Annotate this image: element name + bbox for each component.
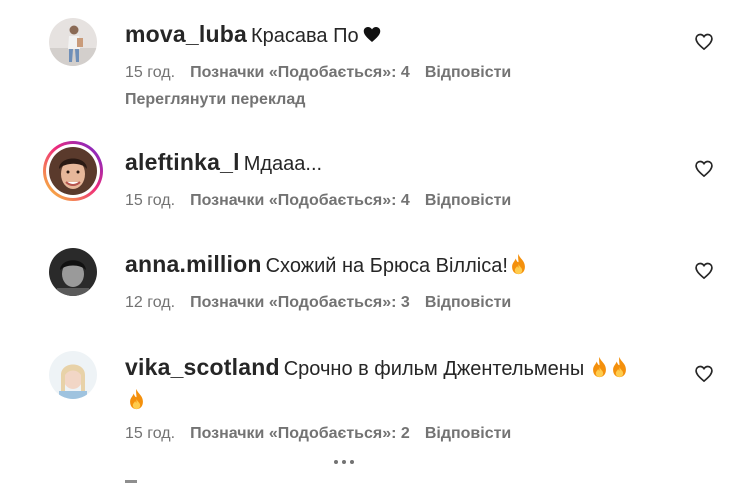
username-link[interactable]: mova_luba xyxy=(125,21,247,47)
comment-line: anna.million Схожий на Брюса Вілліса! xyxy=(125,248,685,282)
reply-button[interactable]: Відповісти xyxy=(425,425,511,442)
comment-meta: 15 год. Позначки «Подобається»: 4 Відповіс… xyxy=(125,192,526,210)
comment-meta: 15 год. Позначки «Подобається»: 4 Відповіс… xyxy=(125,64,526,82)
more-options-icon[interactable] xyxy=(334,451,362,464)
comment-text: Срочно в фильм Джентельмены xyxy=(283,358,585,380)
comment-line: vika_scotland Срочно в фильм Джентельмены xyxy=(125,351,685,417)
username-link[interactable]: anna.million xyxy=(125,251,262,277)
comment-text: Красава По xyxy=(250,25,359,47)
avatar[interactable] xyxy=(49,18,97,66)
comments-list: mova_luba Красава По 15 год. Позначки «Под… xyxy=(0,0,750,485)
comment-meta: 15 год. Позначки «Подобається»: 2 Відповіс… xyxy=(125,425,526,443)
avatar[interactable] xyxy=(49,351,97,399)
heart-outline-icon[interactable] xyxy=(694,364,714,384)
reply-button[interactable]: Відповісти xyxy=(425,192,511,209)
likes-count-link[interactable]: Позначки «Подобається»: 2 xyxy=(190,425,410,442)
heart-outline-icon[interactable] xyxy=(694,261,714,281)
reply-button[interactable]: Відповісти xyxy=(425,64,511,81)
avatar[interactable] xyxy=(43,141,103,201)
comment-text: Мдааа... xyxy=(243,153,323,175)
fire-emoji-icon xyxy=(511,253,525,275)
black-heart-icon xyxy=(363,27,380,42)
comment-time: 15 год. xyxy=(125,64,176,81)
fire-emoji-icon xyxy=(130,388,143,410)
heart-outline-icon[interactable] xyxy=(694,32,714,52)
comment-time: 15 год. xyxy=(125,425,176,442)
likes-count-link[interactable]: Позначки «Подобається»: 4 xyxy=(190,64,410,81)
fire-emoji-icon xyxy=(593,356,607,378)
user-photo-icon xyxy=(49,351,97,399)
fire-emoji-icon xyxy=(613,356,627,378)
comment-meta: 12 год. Позначки «Подобається»: 3 Відповіс… xyxy=(125,294,526,312)
likes-count-link[interactable]: Позначки «Подобається»: 4 xyxy=(190,192,410,209)
user-photo-icon xyxy=(49,147,97,195)
comment-time: 12 год. xyxy=(125,294,176,311)
comment-text: Схожий на Брюса Вілліса! xyxy=(265,255,508,277)
partial-text-fragment xyxy=(125,480,137,483)
username-link[interactable]: aleftinka_l xyxy=(125,149,240,175)
username-link[interactable]: vika_scotland xyxy=(125,354,280,380)
see-translation-link[interactable]: Переглянути переклад xyxy=(125,91,305,109)
comment-time: 15 год. xyxy=(125,192,176,209)
comment-line: aleftinka_l Мдааа... xyxy=(125,146,685,180)
avatar[interactable] xyxy=(49,248,97,296)
likes-count-link[interactable]: Позначки «Подобається»: 3 xyxy=(190,294,410,311)
user-photo-icon xyxy=(49,18,97,66)
user-photo-icon xyxy=(49,248,97,296)
heart-outline-icon[interactable] xyxy=(694,159,714,179)
comment-line: mova_luba Красава По xyxy=(125,18,685,52)
reply-button[interactable]: Відповісти xyxy=(425,294,511,311)
